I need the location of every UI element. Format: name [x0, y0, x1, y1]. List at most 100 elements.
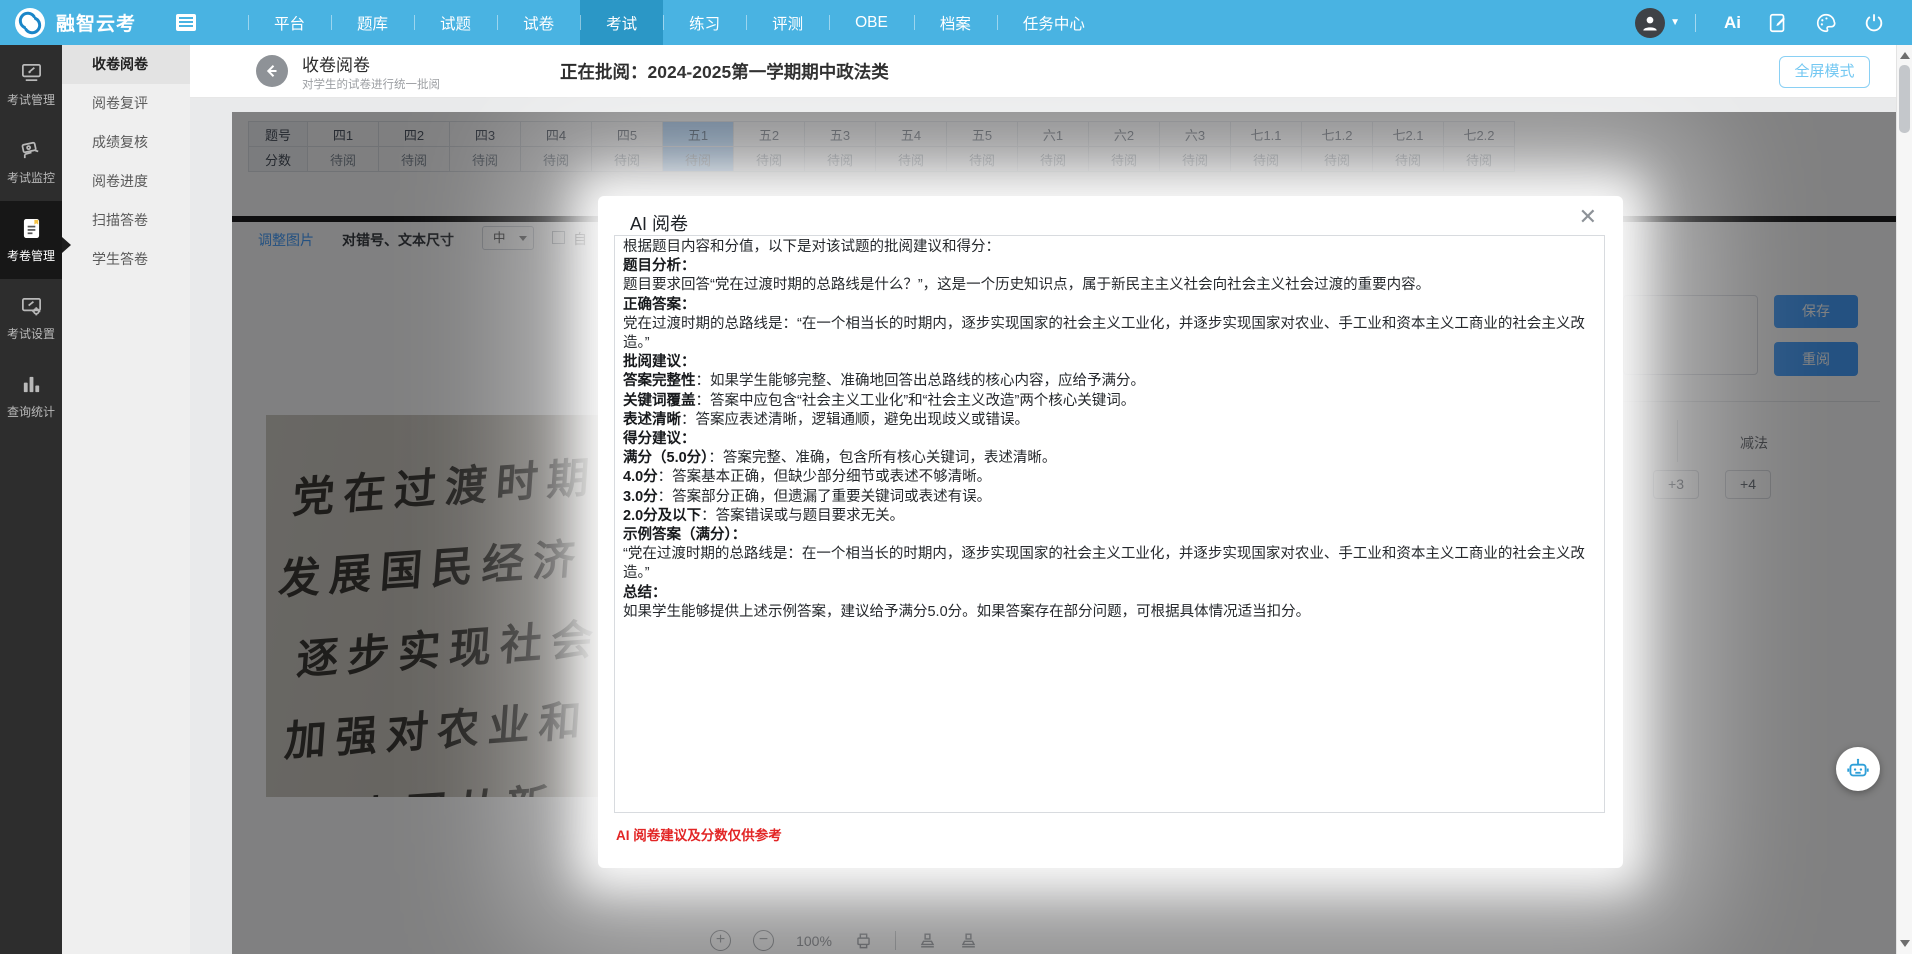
paper-manage-icon: [19, 217, 44, 240]
ai-suggestion-line: 题目分析：: [623, 257, 1596, 276]
nav-item-label: 任务中心: [1023, 12, 1085, 34]
robot-icon: [1845, 756, 1871, 782]
submenu-item-score-recheck[interactable]: 成绩复核: [62, 123, 190, 162]
page-title: 收卷阅卷: [302, 51, 370, 76]
exam-manage-icon: [19, 61, 44, 84]
nav-item-label: 考试: [606, 12, 637, 34]
top-navbar: 融智云考 平台 题库 试题 试卷 考: [0, 0, 1912, 45]
arrow-left-icon: [263, 62, 281, 80]
brand-name: 融智云考: [56, 9, 136, 36]
nav-item-label: 平台: [274, 12, 305, 34]
nav-item[interactable]: 平台: [248, 0, 331, 45]
nav-separator: [497, 15, 498, 30]
rail-item-stats[interactable]: 查询统计: [0, 357, 62, 435]
ai-suggestion-line: 根据题目内容和分值，以下是对该试题的批阅建议和得分：: [623, 238, 1596, 257]
ai-suggestion-line: 表述清晰：答案应表述清晰，逻辑通顺，避免出现歧义或错误。: [623, 411, 1596, 430]
notes-pen-icon[interactable]: [1767, 12, 1789, 34]
active-rail-notch: [62, 237, 71, 253]
back-button[interactable]: [256, 55, 288, 87]
logout-power-icon[interactable]: [1863, 12, 1885, 34]
navbar-divider: [1695, 14, 1696, 32]
ai-suggestion-line: 4.0分：答案基本正确，但缺少部分细节或表述不够清晰。: [623, 468, 1596, 487]
page-header: 收卷阅卷 对学生的试卷进行统一批阅 正在批阅：2024-2025第一学期期中政法…: [190, 45, 1896, 98]
nav-menu: 平台 题库 试题 试卷 考试 练习: [248, 0, 1111, 45]
rail-item-exam-settings[interactable]: 考试设置: [0, 279, 62, 357]
avatar-caret-icon[interactable]: ▼: [1670, 17, 1680, 28]
nav-item-label: 档案: [940, 12, 971, 34]
rail-item-label: 考试监控: [7, 169, 55, 186]
nav-separator: [248, 15, 249, 30]
nav-separator: [997, 15, 998, 30]
user-icon: [1640, 13, 1660, 33]
nav-item-label: OBE: [855, 14, 888, 32]
avatar[interactable]: [1635, 8, 1665, 38]
submenu-item-scanned-papers[interactable]: 扫描答卷: [62, 201, 190, 240]
nav-item[interactable]: 考试: [580, 0, 663, 45]
exam-settings-icon: [19, 295, 44, 318]
left-rail: 考试管理 考试监控 考卷管理 考试设置 查询统计: [0, 45, 62, 954]
rail-item-label: 考试设置: [7, 325, 55, 342]
modal-title: AI 阅卷: [630, 210, 688, 236]
ai-suggestion-text: 根据题目内容和分值，以下是对该试题的批阅建议和得分： 题目分析： 题目要求回答“…: [614, 235, 1605, 813]
nav-item[interactable]: OBE: [829, 0, 914, 45]
nav-item-label: 试题: [440, 12, 471, 34]
submenu-item-grading-progress[interactable]: 阅卷进度: [62, 162, 190, 201]
page-subtitle: 对学生的试卷进行统一批阅: [302, 76, 440, 92]
rail-item-label: 查询统计: [7, 403, 55, 420]
nav-separator: [414, 15, 415, 30]
nav-item-label: 题库: [357, 12, 388, 34]
theme-palette-icon[interactable]: [1815, 12, 1837, 34]
ai-suggestion-line: 批阅建议：: [623, 353, 1596, 372]
nav-item[interactable]: 试卷: [497, 0, 580, 45]
grading-status: 正在批阅：2024-2025第一学期期中政法类: [560, 59, 889, 84]
rail-item-label: 考试管理: [7, 91, 55, 108]
submenu-item-collect-grade[interactable]: 收卷阅卷: [62, 45, 190, 84]
ai-suggestion-line: 题目要求回答“党在过渡时期的总路线是什么？”，这是一个历史知识点，属于新民主主义…: [623, 276, 1596, 295]
nav-item[interactable]: 任务中心: [997, 0, 1111, 45]
ai-suggestion-line: 答案完整性：如果学生能够完整、准确地回答出总路线的核心内容，应给予满分。: [623, 372, 1596, 391]
fullscreen-button[interactable]: 全屏模式: [1779, 56, 1870, 88]
submenu-item-student-papers[interactable]: 学生答卷: [62, 240, 190, 279]
ai-suggestion-line: “党在过渡时期的总路线是：在一个相当长的时期内，逐步实现国家的社会主义工业化，并…: [623, 545, 1596, 583]
rail-item-exam-manage[interactable]: 考试管理: [0, 45, 62, 123]
grading-prefix: 正在批阅：: [560, 62, 648, 82]
exam-monitor-icon: [19, 139, 44, 162]
nav-item[interactable]: 评测: [746, 0, 829, 45]
nav-separator: [746, 15, 747, 30]
nav-item-label: 试卷: [523, 12, 554, 34]
scroll-down-icon[interactable]: [1900, 940, 1910, 947]
nav-separator: [580, 15, 581, 30]
navbar-right: ▼ Ai: [1635, 0, 1898, 45]
ai-disclaimer: AI 阅卷建议及分数仅供参考: [616, 824, 782, 844]
nav-item[interactable]: 题库: [331, 0, 414, 45]
vertical-scrollbar[interactable]: [1896, 45, 1912, 954]
ai-grading-modal: AI 阅卷 ✕ 根据题目内容和分值，以下是对该试题的批阅建议和得分： 题目分析：…: [598, 196, 1623, 868]
exam-name: 2024-2025第一学期期中政法类: [648, 62, 889, 82]
close-icon[interactable]: ✕: [1579, 206, 1597, 228]
rail-item-exam-monitor[interactable]: 考试监控: [0, 123, 62, 201]
scrollbar-thumb[interactable]: [1899, 65, 1910, 133]
submenu-item-regrade-review[interactable]: 阅卷复评: [62, 84, 190, 123]
ai-suggestion-line: 示例答案（满分）：: [623, 526, 1596, 545]
rail-item-paper-manage[interactable]: 考卷管理: [0, 201, 62, 279]
ai-suggestion-line: 党在过渡时期的总路线是：“在一个相当长的时期内，逐步实现国家的社会主义工业化，并…: [623, 315, 1596, 353]
nav-separator: [829, 15, 830, 30]
ai-suggestion-line: 总结：: [623, 584, 1596, 603]
ai-assistant-fab[interactable]: [1836, 747, 1880, 791]
ai-suggestion-line: 关键词覆盖：答案中应包含“社会主义工业化”和“社会主义改造”两个核心关键词。: [623, 392, 1596, 411]
nav-item-label: 评测: [772, 12, 803, 34]
nav-item[interactable]: 试题: [414, 0, 497, 45]
collapse-menu-icon[interactable]: [176, 14, 196, 31]
ai-tool-icon[interactable]: Ai: [1724, 13, 1741, 33]
nav-separator: [914, 15, 915, 30]
brand-logo-icon: [14, 7, 46, 39]
ai-suggestion-line: 2.0分及以下：答案错误或与题目要求无关。: [623, 507, 1596, 526]
nav-separator: [663, 15, 664, 30]
nav-separator: [331, 15, 332, 30]
nav-item[interactable]: 练习: [663, 0, 746, 45]
ai-suggestion-line: 3.0分：答案部分正确，但遗漏了重要关键词或表述有误。: [623, 488, 1596, 507]
nav-item[interactable]: 档案: [914, 0, 997, 45]
scroll-up-icon[interactable]: [1900, 52, 1910, 59]
ai-suggestion-line: 正确答案：: [623, 296, 1596, 315]
rail-item-label: 考卷管理: [7, 247, 55, 264]
